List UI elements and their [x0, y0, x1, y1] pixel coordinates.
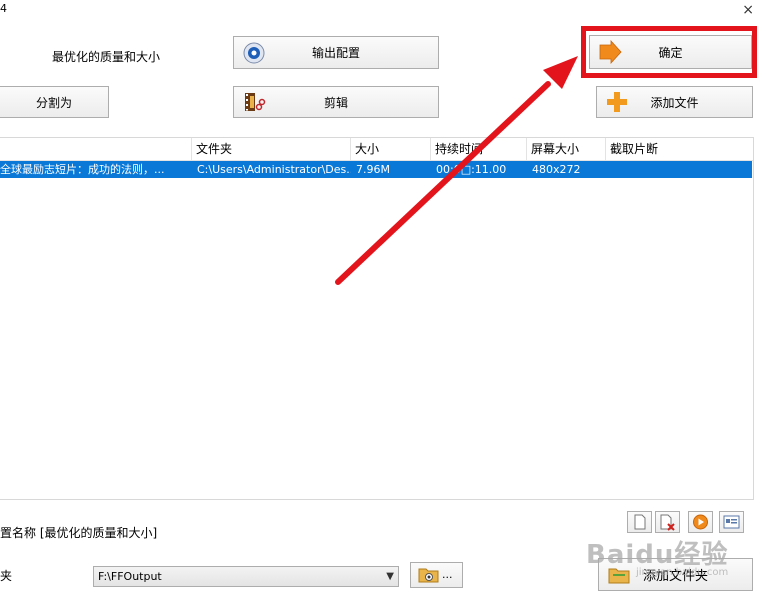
- plus-icon: [605, 90, 629, 114]
- column-header-folder[interactable]: 文件夹: [192, 138, 351, 160]
- confirm-label: 确定: [658, 45, 683, 60]
- output-folder-select[interactable]: F:\FFOutput ▼: [93, 566, 399, 587]
- browse-folder-button[interactable]: ...: [410, 562, 463, 588]
- output-folder-value: F:\FFOutput: [98, 570, 162, 583]
- table-row[interactable]: 全球最励志短片：成功的法则，... C:\Users\Administrator…: [0, 161, 752, 178]
- chevron-down-icon: ▼: [386, 571, 394, 582]
- cell-name: 全球最励志短片：成功的法则，...: [0, 163, 165, 176]
- page-delete-icon: [660, 514, 675, 531]
- folder-open-icon: [418, 566, 440, 587]
- cell-size: 7.96M: [356, 163, 390, 176]
- new-page-button[interactable]: [627, 511, 652, 533]
- film-scissors-icon: [242, 90, 266, 114]
- table-header: 文件夹 大小 持续时间 屏幕大小 截取片断: [0, 138, 753, 161]
- cell-clip: [606, 161, 752, 178]
- output-config-button[interactable]: 输出配置: [233, 36, 439, 69]
- page-icon: [634, 514, 646, 530]
- column-header-clip[interactable]: 截取片断: [606, 138, 752, 160]
- orange-arrow-icon: [598, 39, 622, 65]
- info-card-icon: [723, 515, 740, 529]
- gear-disc-icon: [242, 41, 266, 65]
- clip-label: 剪辑: [323, 95, 348, 110]
- remove-button[interactable]: [655, 511, 680, 533]
- play-button[interactable]: [688, 511, 713, 533]
- split-button[interactable]: 分割为: [0, 86, 109, 118]
- window-title-fragment: 4: [0, 2, 7, 15]
- watermark-subtext: jingyan.baidu.com: [636, 567, 729, 578]
- output-config-label: 输出配置: [311, 46, 360, 60]
- column-header-duration[interactable]: 持续时间: [431, 138, 527, 160]
- column-header-name[interactable]: [0, 138, 192, 160]
- profile-label: 最优化的质量和大小: [52, 50, 161, 64]
- clip-button[interactable]: 剪辑: [233, 86, 439, 118]
- output-folder-label: 夹: [0, 569, 13, 583]
- browse-ellipsis: ...: [442, 568, 453, 581]
- add-file-label: 添加文件: [650, 95, 699, 110]
- cell-duration: 00:0□:11.00: [436, 163, 507, 176]
- play-icon: [693, 514, 708, 530]
- add-file-button[interactable]: 添加文件: [596, 86, 753, 118]
- watermark-text: Baidu经验: [586, 540, 729, 570]
- confirm-button[interactable]: 确定: [589, 35, 752, 69]
- split-label: 分割为: [35, 95, 72, 110]
- column-header-size[interactable]: 大小: [351, 138, 431, 160]
- file-list-table[interactable]: 文件夹 大小 持续时间 屏幕大小 截取片断 全球最励志短片：成功的法则，... …: [0, 137, 754, 500]
- close-icon[interactable]: ×: [742, 2, 754, 18]
- cell-screen-size: 480x272: [532, 163, 581, 176]
- cell-folder: C:\Users\Administrator\Des...: [197, 163, 351, 176]
- baidu-watermark: Baidu经验 jingyan.baidu.com: [586, 534, 728, 578]
- column-header-screen-size[interactable]: 屏幕大小: [527, 138, 606, 160]
- config-name-label: 置名称 [最优化的质量和大小]: [0, 526, 158, 540]
- info-button[interactable]: [719, 511, 744, 533]
